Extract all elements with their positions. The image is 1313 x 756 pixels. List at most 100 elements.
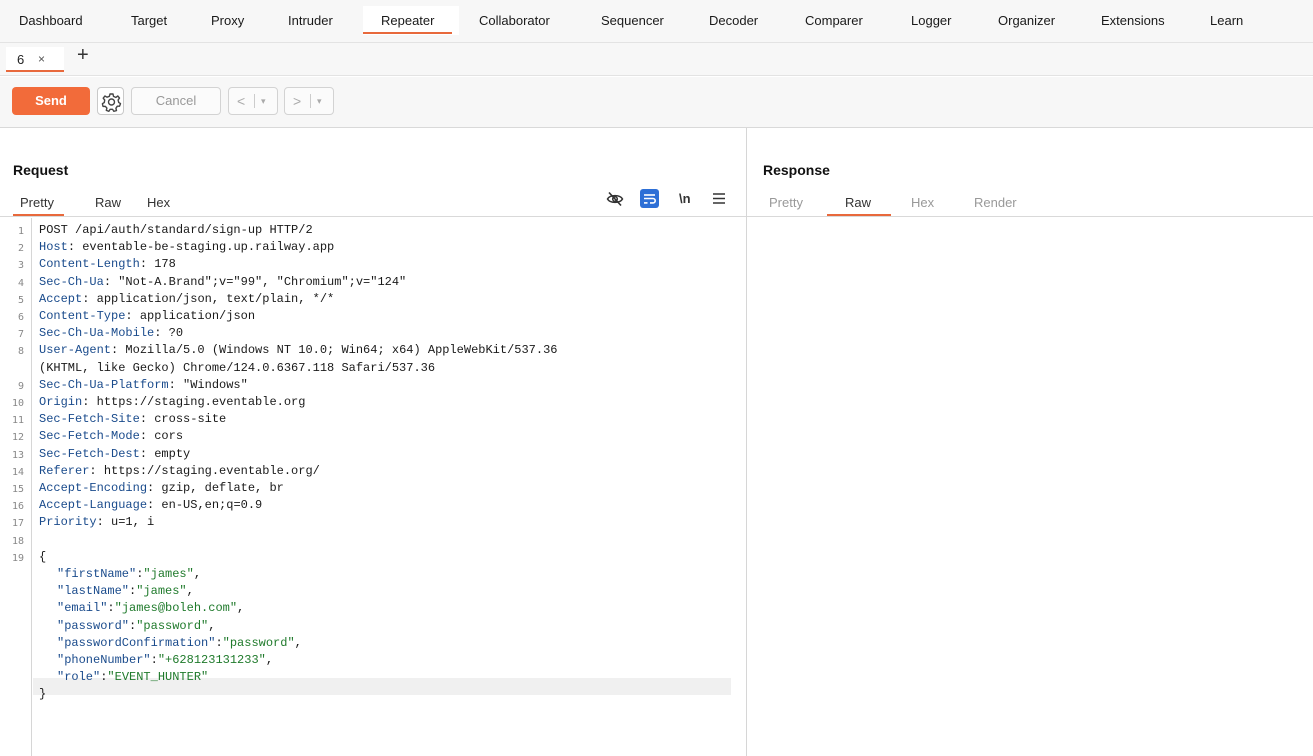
line-number: 16 (11, 501, 24, 513)
line-number: 17 (11, 518, 24, 530)
menu-tab-organizer[interactable]: Organizer (998, 13, 1055, 28)
json-line: "lastName":"james", (57, 584, 194, 598)
forward-button[interactable]: > ▾ (284, 87, 334, 115)
menu-tab-repeater[interactable]: Repeater (362, 13, 454, 34)
header-value: POST /api/auth/standard/sign-up HTTP/2 (39, 223, 313, 237)
repeater-tab-6[interactable]: 6 × (6, 47, 64, 72)
json-key: "phoneNumber" (57, 653, 151, 667)
request-tab-raw[interactable]: Raw (95, 195, 121, 210)
menu-tab-comparer[interactable]: Comparer (805, 13, 863, 28)
json-line: "email":"james@boleh.com", (57, 601, 244, 615)
code-line: Priority: u=1, i (39, 515, 154, 529)
json-colon: : (150, 653, 158, 667)
header-name: Content-Type (39, 309, 126, 323)
header-value: : Mozilla/5.0 (Windows NT 10.0; Win64; x… (111, 343, 558, 358)
line-number: 2 (17, 243, 24, 255)
cancel-button[interactable]: Cancel (131, 87, 221, 115)
hamburger-menu-icon[interactable] (712, 192, 726, 205)
header-value: : cors (139, 429, 184, 444)
code-line: Host: eventable-be-staging.up.railway.ap… (39, 240, 334, 254)
header-value: : en-US,en;q=0.9 (147, 498, 263, 513)
header-value: : empty (139, 446, 191, 461)
menu-tab-collaborator[interactable]: Collaborator (479, 13, 550, 28)
code-line: Accept: application/json, text/plain, */… (39, 292, 334, 306)
code-line: Sec-Ch-Ua: "Not-A.Brand";v="99", "Chromi… (39, 275, 406, 289)
json-key: "passwordConfirmation" (57, 635, 216, 650)
request-tabs-border (0, 216, 746, 217)
header-value: : gzip, deflate, br (147, 481, 284, 495)
header-name: Host (39, 240, 68, 255)
json-key: "password" (57, 618, 130, 633)
dropdown-arrow-icon[interactable]: ▾ (317, 88, 322, 114)
add-tab-icon[interactable]: + (77, 45, 89, 65)
menu-tab-sequencer[interactable]: Sequencer (601, 13, 664, 28)
response-tab-render[interactable]: Render (974, 195, 1017, 210)
json-value: "james" (143, 567, 194, 581)
line-number: 19 (11, 552, 24, 564)
line-number-gutter: 1 2 3 4 5 6 7 8 9 10 11 12 13 14 15 16 17 18 19 (0, 218, 32, 756)
menu-tab-dashboard[interactable]: Dashboard (19, 13, 83, 28)
send-button[interactable]: Send (12, 87, 90, 115)
close-icon[interactable]: × (38, 52, 45, 66)
code-line: Content-Type: application/json (39, 309, 255, 323)
code-line: Referer: https://staging.eventable.org/ (39, 464, 320, 478)
header-name: Sec-Fetch-Site (39, 412, 140, 427)
line-number: 10 (11, 398, 24, 409)
repeater-tab-bar: 6 × (0, 43, 1313, 76)
json-comma: , (294, 635, 302, 650)
json-comma: , (193, 567, 202, 581)
line-number: 14 (11, 466, 24, 478)
menu-tab-extensions[interactable]: Extensions (1101, 13, 1165, 28)
newline-toggle[interactable]: \n (679, 191, 691, 206)
menu-tab-intruder[interactable]: Intruder (288, 13, 333, 28)
response-tab-raw[interactable]: Raw (845, 195, 871, 210)
line-number: 3 (17, 260, 24, 272)
menu-tab-decoder[interactable]: Decoder (709, 13, 758, 28)
response-tab-hex[interactable]: Hex (911, 195, 934, 210)
eye-slash-icon[interactable] (606, 190, 624, 208)
line-number: 7 (17, 329, 24, 341)
json-comma: , (237, 601, 245, 616)
header-name: Origin (39, 395, 83, 409)
code-line: Sec-Ch-Ua-Platform: "Windows" (39, 378, 248, 392)
line-number: 6 (17, 312, 24, 323)
json-key: "lastName" (57, 584, 130, 599)
line-number: 8 (17, 346, 24, 358)
chevron-right-icon: > (293, 93, 302, 109)
line-number: 9 (17, 380, 24, 392)
header-value: : "Windows" (168, 377, 248, 392)
line-number: 4 (17, 277, 24, 289)
settings-button[interactable] (97, 87, 124, 115)
menu-tab-target[interactable]: Target (131, 13, 167, 28)
request-tab-pretty[interactable]: Pretty (20, 195, 54, 210)
menu-tab-proxy[interactable]: Proxy (211, 13, 244, 28)
code-line: Accept-Language: en-US,en;q=0.9 (39, 498, 262, 512)
line-number: 15 (11, 484, 24, 495)
json-key: "role" (57, 670, 101, 685)
code-line: (KHTML, like Gecko) Chrome/124.0.6367.11… (39, 361, 435, 375)
gear-icon (101, 93, 122, 112)
code-line: Sec-Ch-Ua-Mobile: ?0 (39, 326, 183, 340)
json-line: "password":"password", (57, 619, 215, 633)
header-value: : https://staging.eventable.org/ (89, 463, 320, 478)
request-tab-hex[interactable]: Hex (147, 195, 170, 210)
wrap-lines-button[interactable] (640, 189, 659, 208)
repeater-toolbar: Send Cancel < ▾ > ▾ (0, 77, 1313, 128)
back-button[interactable]: < ▾ (228, 87, 278, 115)
header-value: : u=1, i (96, 515, 155, 530)
header-value: : "Not-A.Brand";v="99", "Chromium";v="12… (103, 274, 407, 289)
json-value: "james" (136, 584, 187, 599)
response-editor[interactable] (747, 217, 1313, 756)
header-value: : 178 (139, 257, 176, 272)
response-tab-pretty[interactable]: Pretty (769, 195, 803, 210)
header-value: : https://staging.eventable.org (82, 395, 306, 409)
header-name: Accept-Encoding (39, 481, 148, 495)
dropdown-arrow-icon[interactable]: ▾ (261, 88, 266, 114)
code-line: Sec-Fetch-Mode: cors (39, 429, 183, 443)
code-line: { (39, 550, 46, 564)
menu-tab-logger[interactable]: Logger (911, 13, 951, 28)
request-title: Request (13, 162, 69, 178)
menu-tab-learn[interactable]: Learn (1210, 13, 1243, 28)
json-comma: , (186, 584, 194, 599)
main-menu-bar: Dashboard Target Proxy Intruder Repeater… (0, 0, 1313, 43)
